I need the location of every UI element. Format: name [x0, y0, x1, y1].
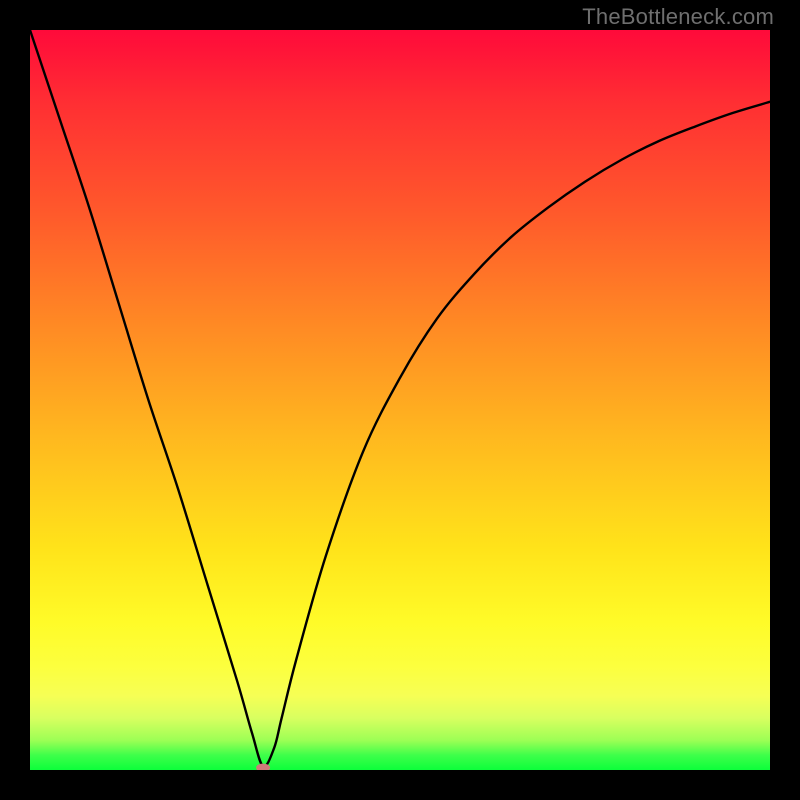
bottleneck-curve [30, 30, 770, 767]
chart-frame: TheBottleneck.com [0, 0, 800, 800]
watermark-text: TheBottleneck.com [582, 4, 774, 30]
plot-area [30, 30, 770, 770]
chart-svg [30, 30, 770, 770]
